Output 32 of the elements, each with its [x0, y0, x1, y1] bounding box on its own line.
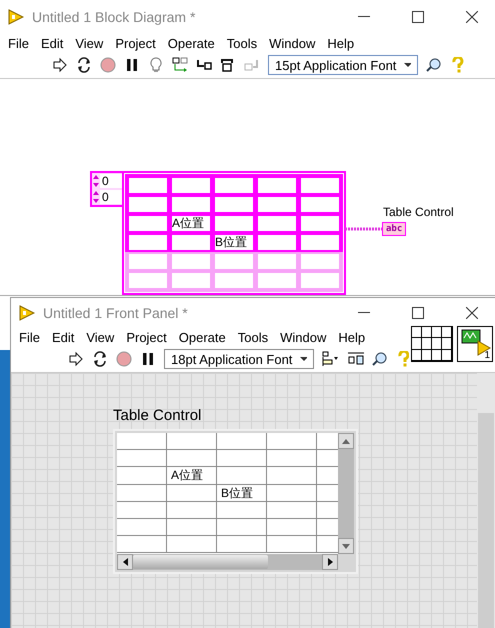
menu-item[interactable]: Help	[332, 330, 372, 344]
menu-item[interactable]: Tools	[232, 330, 274, 344]
table-terminal[interactable]: abc	[382, 222, 406, 236]
terminal-label: Table Control	[383, 205, 454, 219]
menu-item[interactable]: Window	[263, 36, 322, 50]
index-value[interactable]: 0	[100, 190, 122, 204]
font-dropdown[interactable]: 15pt Application Font	[268, 55, 418, 75]
window-title: Untitled 1 Front Panel *	[43, 305, 189, 321]
menu-item[interactable]: Operate	[172, 330, 232, 344]
menu-item[interactable]: Operate	[162, 36, 221, 50]
table-cell[interactable]: A位置	[167, 467, 217, 484]
menu-item[interactable]: Tools	[220, 36, 264, 50]
menu-item[interactable]: Window	[274, 330, 332, 344]
menu-item[interactable]: Project	[109, 36, 162, 50]
icon-pane[interactable]: 1	[457, 326, 493, 362]
index-value[interactable]: 0	[100, 174, 122, 188]
table-control[interactable]: A位置 B位置	[113, 429, 358, 574]
font-dropdown[interactable]: 18pt Application Font	[164, 349, 314, 369]
menu-item[interactable]: Project	[120, 330, 173, 344]
menu-item[interactable]: File	[2, 36, 35, 50]
table-cell: A位置	[172, 216, 210, 231]
menu-item[interactable]: Help	[321, 36, 360, 50]
table-label: Table Control	[113, 407, 202, 424]
window-title: Untitled 1 Block Diagram *	[32, 9, 196, 25]
connector-count: 1	[484, 350, 490, 361]
table-cell[interactable]: B位置	[217, 484, 267, 501]
menu-item[interactable]: View	[69, 36, 110, 50]
table-cell: B位置	[215, 235, 253, 250]
menu-item[interactable]: File	[13, 330, 46, 344]
menu-item[interactable]: Edit	[46, 330, 80, 344]
menu-item[interactable]: Edit	[34, 36, 70, 50]
menu-item[interactable]: View	[80, 330, 120, 344]
